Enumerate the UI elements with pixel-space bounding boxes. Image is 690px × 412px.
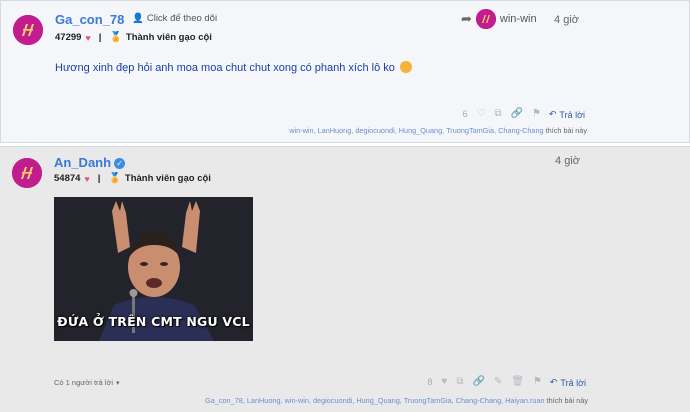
- reply-arrow-icon: ➦: [461, 11, 472, 26]
- reply-label: Trả lời: [560, 377, 586, 388]
- meme-image[interactable]: ĐỨA Ở TRÊN CMT NGU VCL: [54, 197, 253, 341]
- divider: |: [98, 32, 102, 43]
- avatar-logo-icon: [475, 9, 496, 29]
- reply-to-username: win-win: [499, 13, 537, 25]
- like-count: 8: [427, 376, 433, 387]
- post-content: Hương xinh đẹp hỏi anh moa moa chut chut…: [55, 61, 412, 74]
- copy-icon[interactable]: ⧉: [456, 376, 463, 387]
- user-points: 54874: [54, 173, 81, 184]
- likers-names[interactable]: win-win, LanHuong, degiocuondi, Hung_Qua…: [289, 126, 543, 135]
- likers-names[interactable]: Ga_con_78, LanHuong, win-win, degiocuond…: [205, 396, 545, 405]
- verified-icon: ✓: [114, 158, 126, 169]
- user-avatar[interactable]: [12, 158, 42, 188]
- reply-icon: ↶: [549, 377, 558, 387]
- emoji-icon: [399, 61, 412, 73]
- user-rank: Thành viên gạo cội: [124, 173, 211, 184]
- like-count: 6: [462, 108, 468, 119]
- username[interactable]: An_Danh ✓: [54, 155, 126, 170]
- user-meta: 47299 ♥ | 🏅 Thành viên gạo cội: [55, 32, 212, 43]
- reply-to-avatar: [475, 9, 496, 29]
- divider: |: [97, 173, 101, 184]
- flag-icon[interactable]: ⚑: [533, 376, 542, 387]
- post-1: Ga_con_78 👤 Click để theo dõi 47299 ♥ | …: [0, 0, 690, 143]
- user-points: 47299: [55, 32, 82, 43]
- post-time[interactable]: 4 giờ: [554, 14, 579, 26]
- post-actions: 6 ♡ ⧉ 🔗 ⚑: [462, 108, 541, 119]
- user-follow-icon: 👤: [132, 13, 144, 24]
- heart-icon: ♥: [85, 32, 91, 43]
- user-rank: Thành viên gạo cội: [125, 32, 212, 43]
- reply-count-label: Có 1 người trả lời: [54, 378, 114, 387]
- edit-icon[interactable]: ✎: [494, 376, 502, 387]
- reply-button[interactable]: ↶ Trả lời: [550, 377, 586, 388]
- avatar-logo-icon: [13, 15, 43, 45]
- likers-list[interactable]: Ga_con_78, LanHuong, win-win, degiocuond…: [205, 396, 588, 405]
- user-avatar[interactable]: [13, 15, 43, 45]
- link-icon[interactable]: 🔗: [511, 108, 523, 119]
- chevron-down-icon: ▾: [116, 379, 120, 387]
- heart-icon: ♥: [84, 173, 90, 184]
- reply-to-indicator[interactable]: ➦ win-win: [461, 9, 537, 29]
- like-heart-icon[interactable]: ♡: [476, 108, 485, 119]
- post-text: Hương xinh đẹp hỏi anh moa moa chut chut…: [55, 62, 395, 74]
- likers-suffix: thích bài này: [545, 126, 587, 135]
- reply-count-toggle[interactable]: Có 1 người trả lời ▾: [54, 378, 120, 387]
- likers-list[interactable]: win-win, LanHuong, degiocuondi, Hung_Qua…: [289, 126, 587, 135]
- username-text: An_Danh: [54, 155, 112, 170]
- link-icon[interactable]: 🔗: [472, 376, 484, 387]
- post-time[interactable]: 4 giờ: [555, 155, 580, 167]
- reply-icon: ↶: [548, 109, 557, 119]
- user-meta: 54874 ♥ | 🏅 Thành viên gạo cội: [54, 173, 211, 184]
- post-actions: 8 ♥ ⧉ 🔗 ✎ 🗑 ⚑: [427, 376, 542, 387]
- likers-suffix: thích bài này: [546, 396, 588, 405]
- flag-icon[interactable]: ⚑: [532, 108, 541, 119]
- reply-label: Trả lời: [559, 109, 585, 120]
- reply-button[interactable]: ↶ Trả lời: [549, 109, 585, 120]
- delete-icon[interactable]: 🗑: [511, 376, 524, 387]
- avatar-logo-icon: [12, 158, 42, 188]
- medal-icon: 🏅: [109, 32, 122, 43]
- post-2: An_Danh ✓ 54874 ♥ | 🏅 Thành viên gạo cội …: [0, 146, 690, 412]
- follow-button[interactable]: 👤 Click để theo dõi: [132, 13, 217, 24]
- meme-caption: ĐỨA Ở TRÊN CMT NGU VCL: [57, 314, 250, 329]
- medal-icon: 🏅: [108, 173, 121, 184]
- follow-label: Click để theo dõi: [146, 13, 218, 24]
- copy-icon[interactable]: ⧉: [494, 108, 501, 119]
- like-heart-icon[interactable]: ♥: [441, 376, 447, 387]
- username[interactable]: Ga_con_78: [55, 12, 124, 27]
